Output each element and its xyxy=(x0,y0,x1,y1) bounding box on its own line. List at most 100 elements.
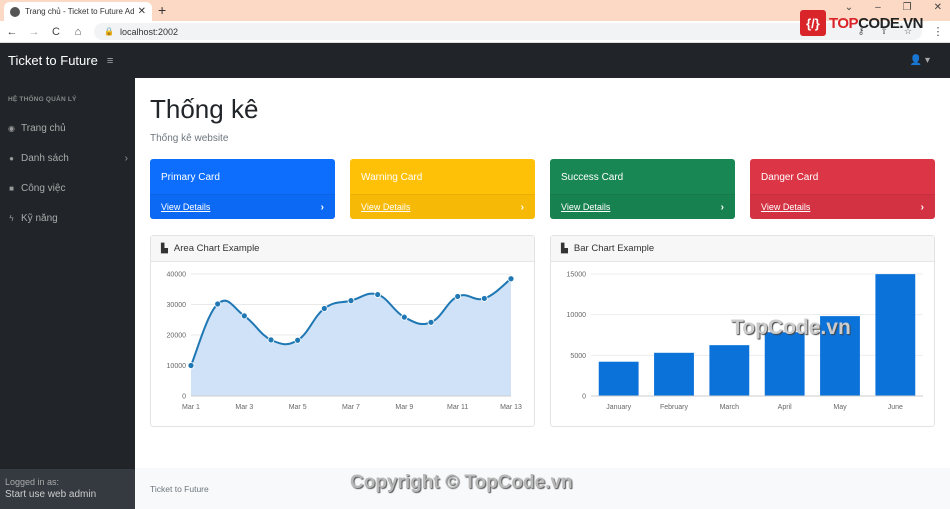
x-tick-label: Mar 3 xyxy=(235,404,253,411)
sidebar-heading: HỆ THỐNG QUẢN LÝ xyxy=(8,96,77,103)
home-icon[interactable]: ⌂ xyxy=(72,26,84,38)
chevron-right-icon[interactable]: › xyxy=(521,202,524,213)
footer-text: Ticket to Future xyxy=(150,483,209,494)
success-card: Success Card View Details › xyxy=(550,159,735,219)
x-tick-label: Mar 9 xyxy=(395,404,413,411)
user-icon: ● xyxy=(9,153,14,163)
sidebar: HỆ THỐNG QUẢN LÝ ◉ Trang chủ ● Danh sách… xyxy=(0,78,135,509)
sidebar-item-label: Kỹ năng xyxy=(21,212,58,224)
x-tick-label: January xyxy=(606,404,631,411)
sidebar-toggle-icon[interactable]: ≡ xyxy=(107,55,113,67)
sidebar-item-label: Trang chủ xyxy=(21,122,66,134)
y-tick-label: 30000 xyxy=(167,302,187,309)
area-fill xyxy=(191,278,511,396)
y-tick-label: 0 xyxy=(182,394,186,401)
y-tick-label: 10000 xyxy=(567,312,587,319)
watermark-red-text: TOP xyxy=(829,14,859,32)
watermark-text: CODE.VN xyxy=(858,14,923,32)
url-field[interactable]: 🔒 localhost:2002 ⚷ ⇪ ☆ xyxy=(94,23,922,40)
chevron-right-icon[interactable]: › xyxy=(921,202,924,213)
data-point xyxy=(214,300,222,308)
sidebar-item-label: Công việc xyxy=(21,182,66,194)
url-text: localhost:2002 xyxy=(119,26,179,37)
sidebar-item-label: Danh sách xyxy=(21,152,69,164)
logged-in-label: Logged in as: xyxy=(5,477,60,487)
dashboard-icon: ◉ xyxy=(8,123,15,133)
data-point xyxy=(187,362,195,369)
x-tick-label: Mar 7 xyxy=(342,404,360,411)
chevron-right-icon[interactable]: › xyxy=(321,202,324,213)
sidebar-item-danh-sach[interactable]: ● Danh sách › xyxy=(0,143,135,173)
data-point xyxy=(267,336,275,344)
area-chart-icon: ▙ xyxy=(161,243,168,253)
y-tick-label: 15000 xyxy=(567,272,587,279)
bar-chart-icon: ▙ xyxy=(561,243,568,253)
navbar-brand[interactable]: Ticket to Future xyxy=(8,53,98,68)
x-tick-label: February xyxy=(660,404,689,411)
data-point xyxy=(427,318,435,326)
x-tick-label: Mar 1 xyxy=(182,404,200,411)
copyright-watermark: Copyright © TopCode.vn xyxy=(350,472,573,493)
lock-icon: 🔒 xyxy=(104,27,114,36)
data-point xyxy=(507,275,515,283)
page-title: Thống kê xyxy=(150,94,259,124)
data-point xyxy=(454,293,462,300)
y-tick-label: 10000 xyxy=(167,363,187,370)
x-tick-label: Mar 5 xyxy=(289,404,307,411)
topcode-logo-icon: {/} xyxy=(800,10,826,36)
data-point xyxy=(400,313,408,321)
tab-title: Trang chủ - Ticket to Future Admin xyxy=(25,7,134,16)
sidebar-item-trang-chu[interactable]: ◉ Trang chủ xyxy=(0,113,135,143)
card-title: Success Card xyxy=(561,172,624,183)
area-chart-title: Area Chart Example xyxy=(173,243,260,254)
chevron-right-icon[interactable]: › xyxy=(721,202,724,213)
card-title: Danger Card xyxy=(761,172,819,183)
primary-card: Primary Card View Details › xyxy=(150,159,335,219)
close-tab-icon[interactable]: ✕ xyxy=(138,6,146,17)
reload-icon[interactable]: C xyxy=(50,26,62,38)
view-details-link[interactable]: View Details xyxy=(761,202,921,212)
y-tick-label: 40000 xyxy=(167,272,187,279)
globe-icon xyxy=(10,6,20,17)
topcode-watermark: {/} TOPCODE.VN xyxy=(800,10,923,36)
bar-chart: 0 5000 10000 15000 January February March April… xyxy=(567,272,923,411)
close-window-icon[interactable]: ✕ xyxy=(934,2,942,13)
bolt-icon: ϟ xyxy=(9,213,14,223)
sidebar-footer: Logged in as: Start use web admin xyxy=(0,469,135,509)
bar-chart-card: ▙ Bar Chart Example 0 5000 10000 15000 Januar… xyxy=(550,235,935,427)
new-tab-button[interactable]: + xyxy=(158,2,166,18)
y-tick-label: 0 xyxy=(582,394,586,401)
browser-menu-icon[interactable]: ⋮ xyxy=(932,25,944,38)
sidebar-item-cong-viec[interactable]: ■ Công việc xyxy=(0,173,135,203)
data-point xyxy=(294,336,302,344)
data-point xyxy=(480,295,488,302)
page-footer: Ticket to Future Copyright © TopCode.vn xyxy=(135,468,950,509)
bar xyxy=(709,345,750,396)
area-chart-card: ▙ Area Chart Example 0 10000 20000 30000 4000… xyxy=(150,235,535,427)
card-title: Primary Card xyxy=(161,172,220,183)
x-tick-label: March xyxy=(720,404,740,411)
x-tick-label: June xyxy=(888,404,903,411)
back-icon[interactable]: ← xyxy=(6,26,18,38)
bar xyxy=(875,274,916,396)
x-tick-label: May xyxy=(833,404,847,411)
x-tick-label: Mar 13 xyxy=(500,404,522,411)
view-details-link[interactable]: View Details xyxy=(561,202,721,212)
view-details-link[interactable]: View Details xyxy=(161,202,321,212)
warning-card: Warning Card View Details › xyxy=(350,159,535,219)
bar-chart-title: Bar Chart Example xyxy=(573,243,655,254)
view-details-link[interactable]: View Details xyxy=(361,202,521,212)
user-menu-icon[interactable]: 👤 ▾ xyxy=(910,55,930,66)
data-point xyxy=(320,305,328,312)
main-content: Thống kê Thống kê website Primary Card V… xyxy=(135,78,950,468)
forward-icon[interactable]: → xyxy=(28,26,40,38)
data-point xyxy=(240,312,248,320)
sidebar-item-ky-nang[interactable]: ϟ Kỹ năng xyxy=(0,203,135,233)
top-navbar: Ticket to Future ≡ 👤 ▾ xyxy=(0,43,950,78)
x-tick-label: Mar 11 xyxy=(447,404,468,411)
stat-cards: Primary Card View Details › Warning Card … xyxy=(150,159,935,219)
y-tick-label: 20000 xyxy=(167,333,187,340)
data-point xyxy=(374,291,382,298)
card-title: Warning Card xyxy=(361,172,423,183)
browser-tab[interactable]: Trang chủ - Ticket to Future Admin ✕ xyxy=(4,2,152,21)
